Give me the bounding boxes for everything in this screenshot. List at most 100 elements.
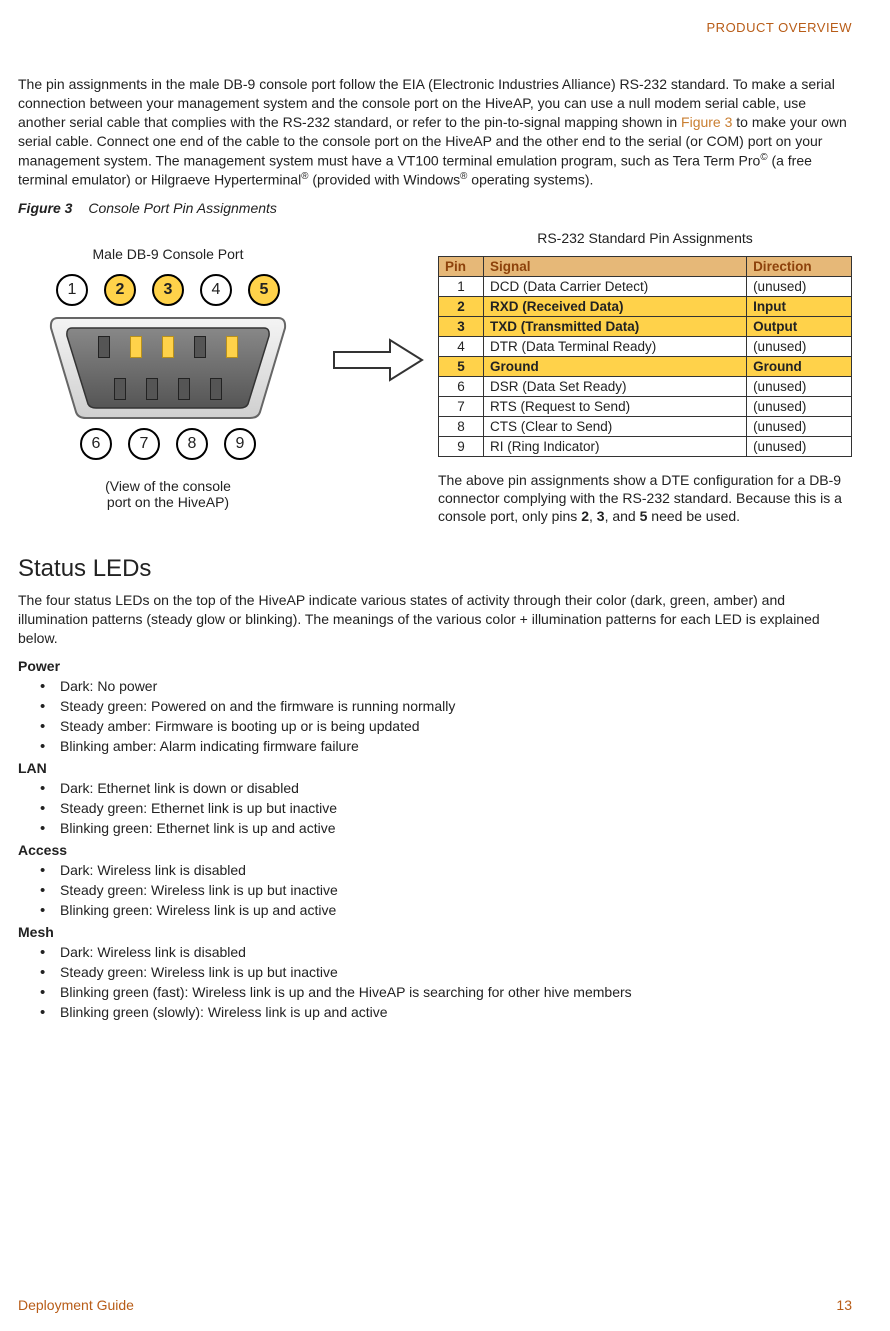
cell-pin: 5	[439, 356, 484, 376]
cell-pin: 7	[439, 396, 484, 416]
cell-signal: DSR (Data Set Ready)	[484, 376, 747, 396]
db9-pinbar-3	[162, 336, 174, 358]
pin-circles-top: 12345	[18, 274, 318, 306]
pin-assignment-table: Pin Signal Direction 1DCD (Data Carrier …	[438, 256, 852, 457]
note-b2: 3	[597, 508, 605, 524]
figure-caption: Figure 3 Console Port Pin Assignments	[18, 200, 852, 216]
table-row: 5GroundGround	[439, 356, 852, 376]
table-row: 6DSR (Data Set Ready)(unused)	[439, 376, 852, 396]
section-status-leds: Status LEDs	[18, 555, 852, 583]
pin-circle-8: 8	[176, 428, 208, 460]
connector-note-l2: port on the HiveAP)	[107, 494, 229, 510]
cell-signal: DTR (Data Terminal Ready)	[484, 336, 747, 356]
pin-circle-5: 5	[248, 274, 280, 306]
db9-connector-icon	[48, 312, 288, 422]
cell-signal: RI (Ring Indicator)	[484, 436, 747, 456]
cell-direction: (unused)	[747, 276, 852, 296]
figure-number: Figure 3	[18, 200, 72, 216]
cell-pin: 2	[439, 296, 484, 316]
list-item: Steady green: Wireless link is up but in…	[60, 882, 852, 898]
note-sep1: ,	[589, 508, 597, 524]
list-item: Steady amber: Firmware is booting up or …	[60, 718, 852, 734]
cell-signal: DCD (Data Carrier Detect)	[484, 276, 747, 296]
figure-xref: Figure 3	[681, 114, 732, 130]
figure-row: Male DB-9 Console Port 12345	[18, 226, 852, 526]
pin-table-title: RS-232 Standard Pin Assignments	[438, 230, 852, 246]
page-footer: Deployment Guide 13	[18, 1297, 852, 1313]
cell-signal: RXD (Received Data)	[484, 296, 747, 316]
note-post: need be used.	[647, 508, 740, 524]
db9-pinbar-8	[178, 378, 190, 400]
pin-circle-1: 1	[56, 274, 88, 306]
list-item: Steady green: Ethernet link is up but in…	[60, 800, 852, 816]
cell-pin: 9	[439, 436, 484, 456]
table-row: 2RXD (Received Data)Input	[439, 296, 852, 316]
cell-direction: (unused)	[747, 396, 852, 416]
cell-pin: 6	[439, 376, 484, 396]
led-group-title: Mesh	[18, 924, 852, 940]
pin-circles-bottom: 6789	[18, 428, 318, 460]
table-row: 9RI (Ring Indicator)(unused)	[439, 436, 852, 456]
pin-circle-3: 3	[152, 274, 184, 306]
cell-pin: 4	[439, 336, 484, 356]
pin-circle-4: 4	[200, 274, 232, 306]
cell-direction: (unused)	[747, 416, 852, 436]
list-item: Blinking green (slowly): Wireless link i…	[60, 1004, 852, 1020]
pin-circle-9: 9	[224, 428, 256, 460]
cell-direction: Output	[747, 316, 852, 336]
table-row: 7RTS (Request to Send)(unused)	[439, 396, 852, 416]
db9-pinbar-2	[130, 336, 142, 358]
figure-title: Console Port Pin Assignments	[88, 200, 277, 216]
cell-signal: TXD (Transmitted Data)	[484, 316, 747, 336]
intro-end: operating systems).	[467, 172, 593, 188]
list-item: Dark: Wireless link is disabled	[60, 944, 852, 960]
connector-diagram: Male DB-9 Console Port 12345	[18, 226, 318, 510]
connector-note-l1: (View of the console	[105, 478, 231, 494]
status-leds-body: The four status LEDs on the top of the H…	[18, 591, 852, 648]
cell-direction: (unused)	[747, 436, 852, 456]
db9-pinbar-6	[114, 378, 126, 400]
connector-note: (View of the console port on the HiveAP)	[18, 478, 318, 510]
led-group-title: LAN	[18, 760, 852, 776]
list-item: Dark: Ethernet link is down or disabled	[60, 780, 852, 796]
list-item: Steady green: Wireless link is up but in…	[60, 964, 852, 980]
list-item: Blinking amber: Alarm indicating firmwar…	[60, 738, 852, 754]
pin-circle-2: 2	[104, 274, 136, 306]
running-head: PRODUCT OVERVIEW	[18, 20, 852, 35]
cell-pin: 8	[439, 416, 484, 436]
cell-direction: (unused)	[747, 376, 852, 396]
table-row: 3TXD (Transmitted Data)Output	[439, 316, 852, 336]
led-list: Dark: Wireless link is disabled Steady gr…	[18, 862, 852, 918]
list-item: Dark: Wireless link is disabled	[60, 862, 852, 878]
th-direction: Direction	[747, 256, 852, 276]
intro-mid2: (provided with Windows	[308, 172, 460, 188]
led-list: Dark: Wireless link is disabled Steady gr…	[18, 944, 852, 1020]
cell-pin: 1	[439, 276, 484, 296]
cell-pin: 3	[439, 316, 484, 336]
led-group-title: Power	[18, 658, 852, 674]
pin-table-column: RS-232 Standard Pin Assignments Pin Sign…	[438, 226, 852, 526]
connector-label: Male DB-9 Console Port	[18, 246, 318, 262]
note-b1: 2	[581, 508, 589, 524]
db9-pinbar-9	[210, 378, 222, 400]
led-list: Dark: No power Steady green: Powered on a…	[18, 678, 852, 754]
cell-direction: Ground	[747, 356, 852, 376]
db9-pinbar-4	[194, 336, 206, 358]
arrow-icon	[328, 226, 428, 384]
th-pin: Pin	[439, 256, 484, 276]
copyright-sup: ©	[760, 152, 767, 163]
cell-signal: Ground	[484, 356, 747, 376]
led-group-title: Access	[18, 842, 852, 858]
intro-paragraph: The pin assignments in the male DB-9 con…	[18, 75, 852, 190]
db9-pinbar-1	[98, 336, 110, 358]
th-signal: Signal	[484, 256, 747, 276]
cell-signal: RTS (Request to Send)	[484, 396, 747, 416]
list-item: Dark: No power	[60, 678, 852, 694]
table-row: 4DTR (Data Terminal Ready)(unused)	[439, 336, 852, 356]
footer-page-number: 13	[836, 1297, 852, 1313]
list-item: Blinking green: Ethernet link is up and …	[60, 820, 852, 836]
pin-table-note: The above pin assignments show a DTE con…	[438, 471, 852, 526]
note-sep2: , and	[605, 508, 640, 524]
db9-pinbar-7	[146, 378, 158, 400]
list-item: Steady green: Powered on and the firmwar…	[60, 698, 852, 714]
